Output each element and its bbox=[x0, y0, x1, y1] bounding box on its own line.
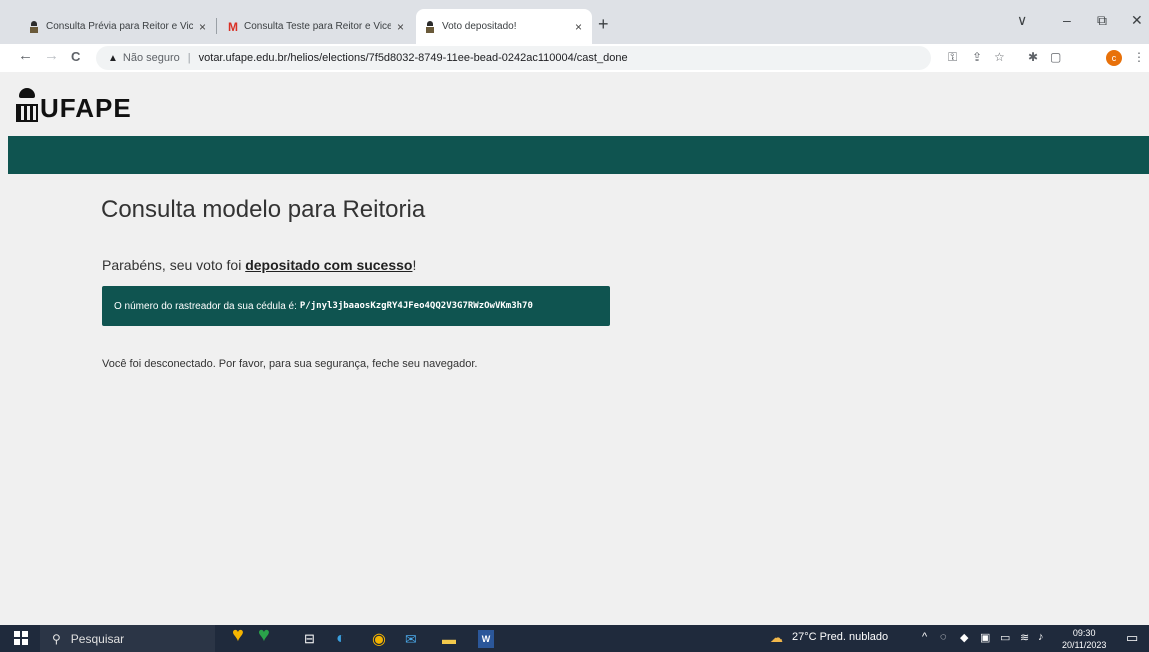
ufape-building-icon bbox=[16, 86, 38, 122]
minimize-button[interactable]: – bbox=[1063, 12, 1071, 28]
page-title: Consulta modelo para Reitoria bbox=[101, 196, 426, 223]
taskbar-search[interactable]: ⚲ Pesquisar bbox=[40, 625, 215, 652]
tab-voto-depositado[interactable]: Voto depositado! × bbox=[416, 9, 592, 44]
tab-close-icon[interactable]: × bbox=[575, 20, 582, 34]
heart-green-icon[interactable]: ♥ bbox=[258, 624, 270, 646]
logged-out-message: Você foi desconectado. Por favor, para s… bbox=[102, 358, 478, 370]
edge-icon[interactable]: ◐ bbox=[336, 630, 346, 648]
ufape-logo[interactable]: UFAPE bbox=[16, 86, 132, 122]
search-placeholder: Pesquisar bbox=[70, 631, 125, 646]
url-text[interactable]: votar.ufape.edu.br/helios/elections/7f5d… bbox=[199, 52, 628, 64]
battery-icon[interactable]: ▭ bbox=[1000, 631, 1010, 644]
tab-consulta-teste[interactable]: M Consulta Teste para Reitor e Vice × bbox=[218, 9, 414, 44]
bookmark-star-icon[interactable]: ☆ bbox=[994, 50, 1005, 64]
clock-time: 09:30 bbox=[1072, 628, 1096, 638]
tab-title: Consulta Teste para Reitor e Vice bbox=[244, 21, 391, 32]
tracker-code: P/jnyl3jbaaosKzgRY4JFeo4QQ2V3G7RWzOwVKm3… bbox=[299, 301, 533, 311]
search-icon: ⚲ bbox=[52, 631, 61, 646]
gmail-icon: M bbox=[228, 19, 238, 34]
chrome-icon[interactable]: ◉ bbox=[372, 630, 386, 648]
new-tab-button[interactable]: + bbox=[598, 14, 609, 35]
tray-ime-icon[interactable]: ▣ bbox=[980, 631, 990, 644]
profile-avatar[interactable]: c bbox=[1106, 50, 1122, 66]
close-window-button[interactable]: ✕ bbox=[1131, 12, 1143, 29]
word-icon[interactable]: W bbox=[478, 630, 494, 648]
tab-consulta-previa[interactable]: Consulta Prévia para Reitor e Vic × bbox=[20, 9, 216, 44]
restore-button[interactable]: ⧉ bbox=[1097, 12, 1107, 29]
reload-button[interactable]: C bbox=[71, 49, 80, 64]
share-icon[interactable]: ⇪ bbox=[972, 50, 982, 64]
tab-title: Consulta Prévia para Reitor e Vic bbox=[46, 21, 193, 32]
file-explorer-icon[interactable]: ▬ bbox=[442, 630, 456, 648]
mail-icon[interactable]: ✉ bbox=[405, 630, 417, 648]
windows-start-button[interactable] bbox=[14, 631, 28, 645]
wifi-icon[interactable]: ≋ bbox=[1020, 631, 1029, 644]
tray-defender-icon[interactable]: ◆ bbox=[960, 631, 968, 644]
security-label[interactable]: Não seguro bbox=[123, 52, 180, 64]
back-button[interactable]: ← bbox=[18, 47, 33, 64]
page-content: UFAPE Consulta modelo para Reitoria Para… bbox=[8, 80, 1149, 625]
task-view-icon[interactable]: ⊟ bbox=[304, 630, 315, 648]
tab-search-chevron-icon[interactable]: ∨ bbox=[1017, 12, 1027, 29]
volume-icon[interactable]: ♪ bbox=[1038, 631, 1044, 643]
browser-tab-strip: Consulta Prévia para Reitor e Vic × M Co… bbox=[0, 0, 1149, 44]
tab-separator bbox=[216, 18, 217, 34]
tab-close-icon[interactable]: × bbox=[199, 20, 206, 34]
heart-yellow-icon[interactable]: ♥ bbox=[232, 624, 244, 646]
warning-icon: ▲ bbox=[108, 52, 118, 64]
address-bar[interactable]: ▲ Não seguro | votar.ufape.edu.br/helios… bbox=[96, 46, 931, 70]
menu-kebab-icon[interactable]: ⋮ bbox=[1133, 50, 1145, 64]
key-icon[interactable]: ⚿ bbox=[948, 50, 957, 65]
tab-close-icon[interactable]: × bbox=[397, 20, 404, 34]
success-prefix: Parabéns, seu voto foi bbox=[102, 257, 246, 273]
url-separator: | bbox=[187, 52, 191, 64]
helios-icon bbox=[426, 20, 434, 33]
tray-chevron-icon[interactable]: ^ bbox=[922, 631, 927, 643]
forward-button[interactable]: → bbox=[44, 47, 59, 64]
helios-icon bbox=[30, 20, 38, 33]
logo-text: UFAPE bbox=[40, 93, 132, 123]
weather-text[interactable]: 27°C Pred. nublado bbox=[792, 631, 888, 643]
tracker-label: O número do rastreador da sua cédula é: bbox=[114, 300, 297, 312]
header-bar bbox=[8, 136, 1149, 174]
ballot-tracker-box: O número do rastreador da sua cédula é: … bbox=[102, 286, 610, 326]
windows-taskbar: ⚲ Pesquisar ♥ ♥ ⊟ ◐ ◉ ✉ ▬ W ☁ 27°C Pred.… bbox=[0, 624, 1149, 652]
weather-cloud-icon[interactable]: ☁ bbox=[770, 630, 783, 646]
notifications-icon[interactable]: ▭ bbox=[1126, 630, 1138, 646]
side-panel-icon[interactable]: ▢ bbox=[1050, 50, 1061, 64]
tray-app-icon[interactable]: ◌ bbox=[940, 631, 947, 643]
success-suffix: ! bbox=[412, 257, 417, 273]
taskbar-clock[interactable]: 09:30 20/11/2023 bbox=[1062, 627, 1106, 651]
tab-title: Voto depositado! bbox=[442, 21, 517, 32]
success-message: Parabéns, seu voto foi depositado com su… bbox=[102, 257, 416, 273]
success-emphasis: depositado com sucesso bbox=[245, 257, 413, 273]
clock-date: 20/11/2023 bbox=[1062, 640, 1107, 650]
browser-toolbar: ← → C ▲ Não seguro | votar.ufape.edu.br/… bbox=[0, 44, 1149, 72]
extensions-icon[interactable]: ✱ bbox=[1028, 50, 1038, 64]
